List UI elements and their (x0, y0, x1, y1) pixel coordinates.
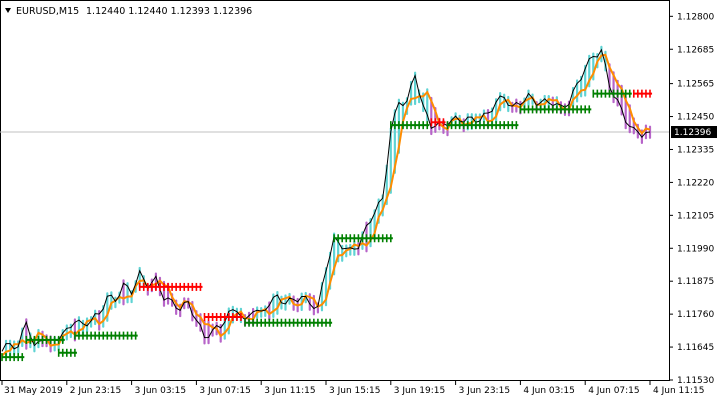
y-tick-label: 1.12800 (677, 12, 714, 22)
y-tick-label: 1.12685 (677, 45, 714, 55)
y-tick-label: 1.11645 (677, 343, 714, 353)
chart-window[interactable]: EURUSD,M15 1.12440 1.12440 1.12393 1.123… (0, 0, 720, 400)
x-tick-label: 3 Jun 11:15 (264, 386, 315, 396)
ohlc-values: 1.12440 1.12440 1.12393 1.12396 (86, 6, 252, 17)
price-chart[interactable]: EURUSD,M15 1.12440 1.12440 1.12393 1.123… (0, 0, 720, 400)
chart-header: EURUSD,M15 1.12440 1.12440 1.12393 1.123… (5, 6, 252, 17)
y-tick-label: 1.12565 (677, 80, 714, 90)
x-tick-label: 3 Jun 15:15 (329, 386, 380, 396)
x-tick-label: 3 Jun 19:15 (394, 386, 445, 396)
x-tick-label: 31 May 2019 (4, 386, 63, 396)
x-tick-label: 3 Jun 23:15 (459, 386, 510, 396)
y-tick-label: 1.11990 (677, 244, 714, 254)
y-tick-label: 1.11530 (677, 376, 714, 386)
y-tick-label: 1.12450 (677, 113, 714, 123)
x-tick-label: 3 Jun 03:15 (135, 386, 186, 396)
time-axis[interactable]: 31 May 2019 2 Jun 23:15 3 Jun 03:15 3 Jun 0… (1, 381, 704, 396)
x-tick-label: 4 Jun 03:15 (523, 386, 574, 396)
y-tick-label: 1.12105 (677, 211, 714, 221)
x-tick-label: 3 Jun 07:15 (199, 386, 250, 396)
x-tick-label: 2 Jun 23:15 (70, 386, 121, 396)
current-price-box: 1.12396 (671, 126, 717, 139)
y-tick-label: 1.12220 (677, 178, 714, 188)
current-price-label: 1.12396 (674, 128, 711, 138)
y-tick-label: 1.11875 (677, 277, 714, 287)
y-tick-label: 1.12335 (677, 145, 714, 155)
price-axis[interactable]: 1.12800 1.12685 1.12565 1.12450 1.12335 1.122… (669, 12, 714, 386)
x-tick-label: 4 Jun 11:15 (653, 386, 704, 396)
y-tick-label: 1.11760 (677, 310, 714, 320)
x-tick-label: 4 Jun 07:15 (588, 386, 639, 396)
symbol-label: EURUSD,M15 (16, 6, 79, 17)
